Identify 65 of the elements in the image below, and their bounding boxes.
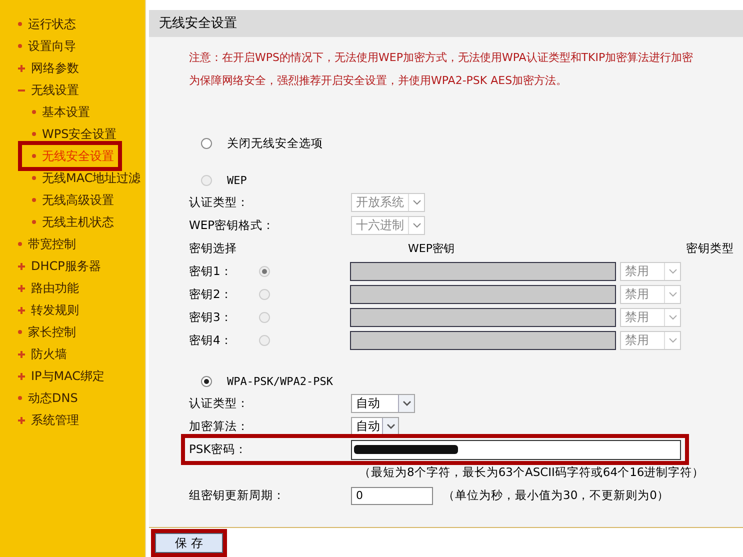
sidebar-item[interactable]: 动态DNS [0,387,78,409]
sidebar-item[interactable]: 设置向导 [0,35,76,57]
sidebar-item[interactable]: 无线高级设置 [0,189,114,211]
bullet-icon [18,396,22,400]
bullet-icon [18,22,22,26]
sidebar-item[interactable]: IP与MAC绑定 [0,365,105,387]
field-label: 密钥2： [189,287,234,302]
sidebar-item[interactable]: 基本设置 [0,101,90,123]
sidebar-item[interactable]: 防火墙 [0,343,67,365]
sidebar-item[interactable]: 带宽控制 [0,233,76,255]
bullet-icon [18,330,22,334]
option-label: WEP [227,174,247,186]
dropdown-arrow-icon [664,309,680,326]
panel-title: 无线安全设置 [149,10,743,37]
sidebar-item[interactable]: 无线主机状态 [0,211,114,233]
field-label: 加密算法： [189,419,250,434]
input-field[interactable]: 0 [351,486,433,504]
key-input-field[interactable] [350,331,616,350]
bullet-icon [32,220,36,224]
radio-button[interactable] [201,376,212,386]
sidebar-item[interactable]: 网络参数 [0,57,79,79]
notice-text: 注意：在开启WPS的情况下，无法使用WEP加密方式，无法使用WPA认证类型和TKIP加密算法进行加密 [189,50,694,66]
field-label: PSK密码： [189,442,248,457]
dropdown-arrow-icon [664,332,680,349]
field-label: 认证类型： [189,195,250,210]
option-label: WPA-PSK/WPA2-PSK [227,374,333,388]
sidebar-item[interactable]: 系统管理 [0,409,79,431]
dropdown-arrow-icon [664,286,680,303]
sidebar-item[interactable]: 运行状态 [0,13,76,35]
bullet-icon [32,110,36,114]
column-header: 密钥类型 [685,241,734,256]
field-label: 密钥3： [189,310,234,325]
dropdown-arrow-icon [664,263,680,280]
key-input-field[interactable] [350,262,616,281]
bullet-icon [32,132,36,136]
bullet-icon [32,198,36,202]
option-label: 关闭无线安全选项 [227,136,323,150]
notice-text: 为保障网络安全，强烈推荐开启安全设置，并使用WPA2-PSK AES加密方法。 [189,73,568,89]
sidebar-item[interactable]: WPS安全设置 [0,123,117,145]
hint-text: （单位为秒，最小值为30，不更新则为0） [443,488,669,503]
sidebar-item[interactable]: 无线设置 [0,79,79,101]
password-field[interactable] [351,440,681,460]
field-label: 组密钥更新周期： [189,488,286,503]
bullet-icon [32,176,36,180]
field-label: 密钥4： [189,333,234,348]
sidebar-item[interactable]: 家长控制 [0,321,76,343]
bullet-icon [18,242,22,246]
sidebar-item[interactable]: 路由功能 [0,277,79,299]
bullet-icon [32,154,36,158]
field-label: 密钥1： [189,264,234,279]
radio-button[interactable] [201,138,212,148]
field-label: WEP密钥格式： [189,218,276,233]
dropdown-arrow-icon [408,194,424,211]
key-input-field[interactable] [350,308,616,327]
field-label: 认证类型： [189,396,250,411]
hint-text: （最短为8个字符，最长为63个ASCII码字符或64个16进制字符） [359,465,704,480]
sidebar-item[interactable]: DHCP服务器 [0,255,101,277]
column-header: WEP密钥 [408,241,456,256]
sidebar-item[interactable]: 转发规则 [0,299,79,321]
bullet-icon [18,44,22,48]
dropdown[interactable]: 自动 [351,394,415,413]
column-header: 密钥选择 [189,241,238,256]
key-input-field[interactable] [350,285,616,304]
sidebar-item[interactable]: 无线MAC地址过滤 [0,167,141,189]
dropdown-arrow-icon [408,217,424,234]
